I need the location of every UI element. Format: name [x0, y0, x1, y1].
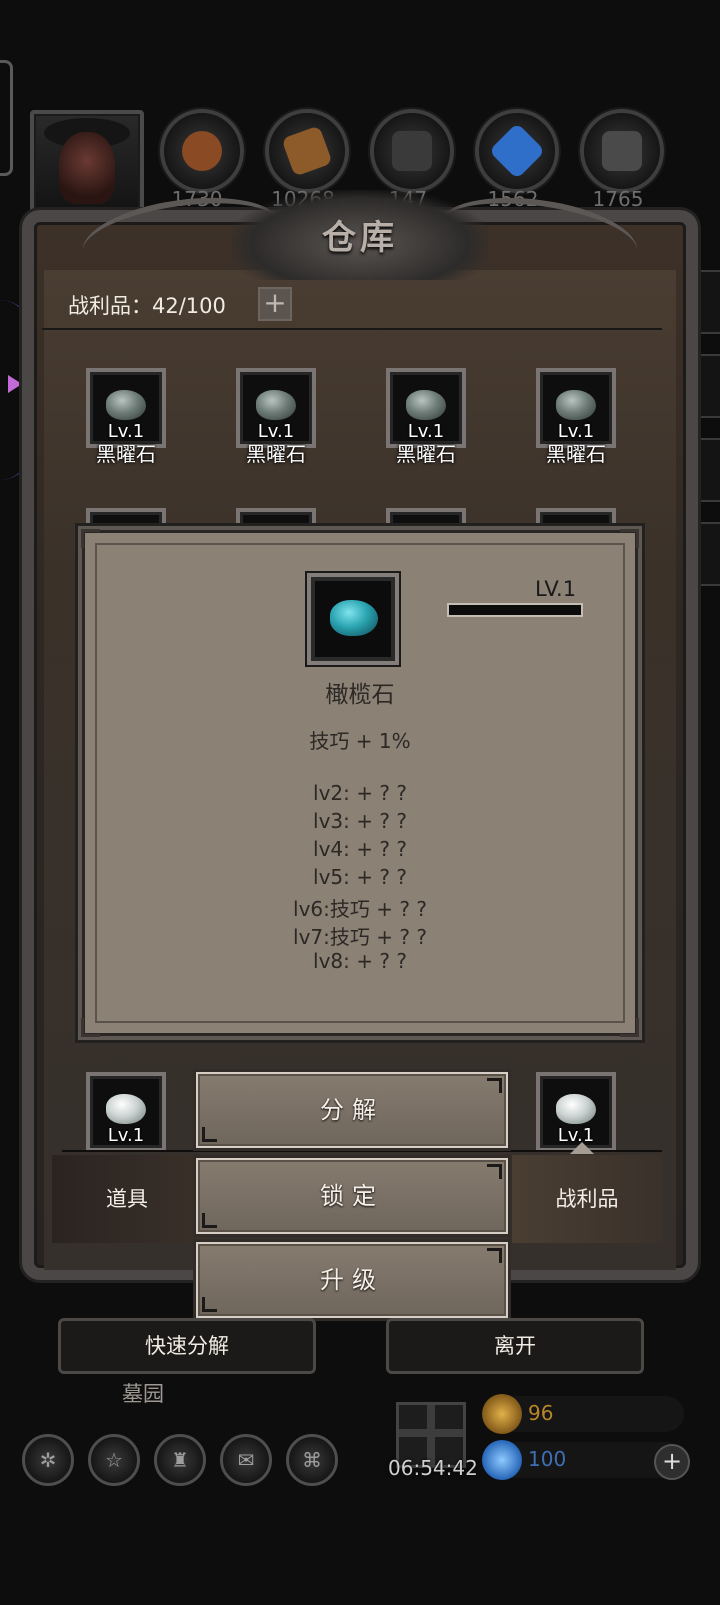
- corner-ornament: [202, 1127, 217, 1142]
- level-bonus: lv3: + ? ?: [313, 809, 407, 833]
- olivine-icon: [307, 573, 399, 665]
- corner-ornament: [487, 1164, 502, 1179]
- level-bonus: lv7:技巧 + ? ?: [293, 925, 427, 949]
- item-slot[interactable]: Lv.1: [536, 1072, 616, 1152]
- obsidian-icon: [406, 390, 446, 420]
- corner-ornament: [202, 1213, 217, 1228]
- star-icon[interactable]: ☆: [88, 1434, 140, 1486]
- gold-coin-icon: [482, 1394, 522, 1434]
- level-bonus-list: lv2: + ? ? lv3: + ? ? lv4: + ? ? lv5: + …: [85, 781, 635, 977]
- quick-decompose-button[interactable]: 快速分解: [58, 1318, 316, 1374]
- lock-label: 锁定: [320, 1182, 384, 1210]
- map-icon[interactable]: ⌘: [286, 1434, 338, 1486]
- divider: [42, 328, 662, 330]
- corner-ornament: [620, 1018, 639, 1037]
- side-arrow-icon[interactable]: [8, 375, 22, 393]
- level-bonus: lv4: + ? ?: [313, 837, 407, 861]
- gift-timer: 06:54:42: [388, 1456, 478, 1480]
- item-name: 黑曜石: [246, 442, 306, 466]
- level-progress-bar: [447, 603, 583, 617]
- iron-resource-icon: [580, 109, 664, 193]
- upgrade-label: 升级: [320, 1266, 384, 1294]
- item-name: 黑曜石: [96, 442, 156, 466]
- item-slot[interactable]: Lv.1: [236, 368, 316, 448]
- item-slot[interactable]: Lv.1: [86, 1072, 166, 1152]
- moonstone-icon: [106, 1094, 146, 1124]
- item-slot[interactable]: Lv.1: [86, 368, 166, 448]
- obsidian-icon: [556, 390, 596, 420]
- character-face: [59, 132, 115, 204]
- level-bonus: lv6:技巧 + ? ?: [293, 897, 427, 921]
- expand-capacity-button[interactable]: +: [258, 287, 292, 321]
- tab-loot[interactable]: 战利品: [512, 1155, 662, 1243]
- corner-ornament: [487, 1248, 502, 1263]
- add-gems-button[interactable]: +: [654, 1444, 690, 1480]
- crystal-resource-icon: [475, 109, 559, 193]
- gold-currency: 96: [482, 1394, 684, 1434]
- location-label: 墓园: [122, 1382, 164, 1406]
- corner-ornament: [81, 529, 100, 548]
- level-bonus: lv2: + ? ?: [313, 781, 407, 805]
- level-bonus: lv5: + ? ?: [313, 865, 407, 889]
- mail-icon[interactable]: ✉: [220, 1434, 272, 1486]
- active-tab-caret-icon: [570, 1142, 594, 1154]
- item-slot[interactable]: Lv.1: [536, 368, 616, 448]
- item-name: 黑曜石: [546, 442, 606, 466]
- corner-ornament: [620, 529, 639, 548]
- corner-ornament: [81, 1018, 100, 1037]
- lumber-resource-icon: [265, 109, 349, 193]
- decompose-button[interactable]: 分解: [196, 1072, 508, 1148]
- resource-count: 1765: [592, 187, 644, 211]
- panel-title: 仓库: [322, 218, 398, 258]
- lock-button[interactable]: 锁定: [196, 1158, 508, 1234]
- item-name: 橄榄石: [325, 682, 395, 708]
- corner-ornament: [487, 1078, 502, 1093]
- corner-ornament: [202, 1297, 217, 1312]
- obsidian-icon: [106, 390, 146, 420]
- stone-resource-icon: [370, 109, 454, 193]
- gem-icon: [482, 1440, 522, 1480]
- castle-icon[interactable]: ♜: [154, 1434, 206, 1486]
- settings-icon[interactable]: ✲: [22, 1434, 74, 1486]
- item-slot[interactable]: Lv.1: [386, 368, 466, 448]
- avatar[interactable]: [30, 110, 144, 224]
- item-stat: 技巧 + 1%: [309, 729, 411, 753]
- item-detail-popup: LV.1 橄榄石 技巧 + 1% lv2: + ? ? lv3: + ? ? l…: [81, 529, 639, 1037]
- obsidian-icon: [256, 390, 296, 420]
- gem-amount: 100: [528, 1447, 567, 1471]
- loot-capacity: 战利品：42/100: [68, 294, 226, 318]
- moonstone-icon: [556, 1094, 596, 1124]
- item-level-label: LV.1: [535, 577, 577, 601]
- olivine-gem: [330, 600, 378, 636]
- item-name: 黑曜石: [396, 442, 456, 466]
- decompose-label: 分解: [320, 1096, 384, 1124]
- wood-resource-icon: [160, 109, 244, 193]
- tab-items[interactable]: 道具: [52, 1155, 202, 1243]
- level-bonus: lv8: + ? ?: [313, 949, 407, 973]
- ribbon: [399, 1429, 463, 1437]
- gold-amount: 96: [528, 1401, 554, 1425]
- leave-button[interactable]: 离开: [386, 1318, 644, 1374]
- item-level: Lv.1: [107, 1125, 145, 1146]
- upgrade-button[interactable]: 升级: [196, 1242, 508, 1318]
